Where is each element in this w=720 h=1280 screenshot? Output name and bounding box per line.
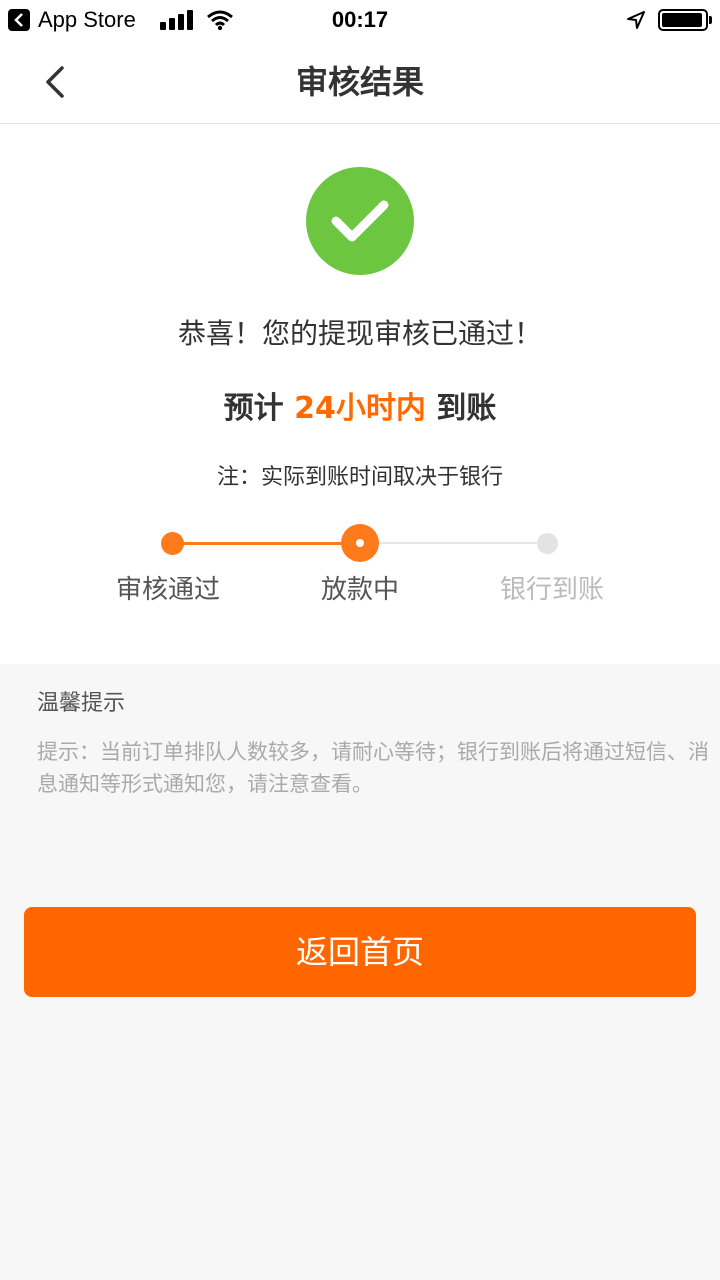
result-card: 恭喜！您的提现审核已通过！ 预计 24小时内 到账 注：实际到账时间取决于银行 … xyxy=(0,124,720,664)
step-label-disbursing: 放款中 xyxy=(320,575,399,605)
success-check-icon xyxy=(306,167,414,275)
tips-text: 提示：当前订单排队人数较多，请耐心等待；银行到账后将通过短信、消息通知等形式通知… xyxy=(37,740,709,796)
arrival-estimate: 预计 24小时内 到账 xyxy=(0,388,720,430)
step-dot-done xyxy=(161,532,184,555)
success-message: 恭喜！您的提现审核已通过！ xyxy=(177,317,542,350)
progress-track-done xyxy=(172,542,360,545)
chevron-left-icon xyxy=(46,66,64,98)
navigation-bar: 审核结果 xyxy=(0,40,720,124)
clock: 00:17 xyxy=(331,7,389,32)
arrival-note: 注：实际到账时间取决于银行 xyxy=(216,465,503,490)
status-bar: App Store 00:17 xyxy=(0,0,720,40)
step-label-review-passed: 审核通过 xyxy=(115,575,220,605)
eta-suffix: 到账 xyxy=(425,391,497,426)
eta-highlight: 24小时内 xyxy=(294,391,426,426)
battery-tip xyxy=(709,16,712,24)
page-title: 审核结果 xyxy=(295,63,424,101)
return-home-button[interactable]: 返回首页 xyxy=(24,907,696,997)
step-dot-current xyxy=(341,524,379,562)
eta-prefix: 预计 xyxy=(223,391,295,426)
battery-icon xyxy=(658,9,708,31)
location-arrow-icon xyxy=(627,11,645,29)
tips-title: 温馨提示 xyxy=(37,691,126,716)
back-button[interactable] xyxy=(36,62,76,102)
progress-track-pending xyxy=(360,542,548,544)
step-dot-pending xyxy=(537,533,558,554)
step-label-bank-arrival: 银行到账 xyxy=(499,575,604,605)
